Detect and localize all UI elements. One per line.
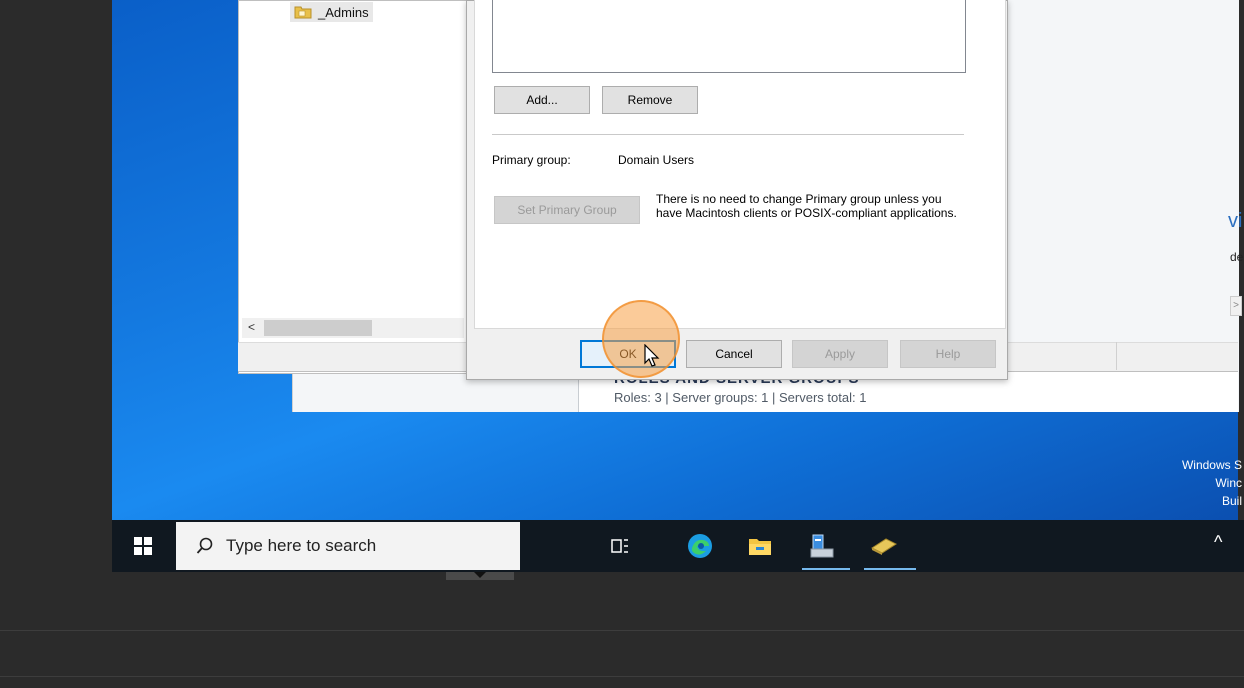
server-manager-text-fragment: de [1230,250,1244,264]
branding-line-3: Buil [1221,494,1242,508]
player-divider [0,676,1244,677]
tree-item-admins[interactable]: _Admins [290,2,373,22]
collapse-arrow-icon [474,572,486,578]
branding-line-1: Windows S [1181,458,1242,472]
primary-group-note: There is no need to change Primary group… [656,192,957,220]
active-app-indicator [864,568,916,570]
active-directory-icon[interactable] [864,526,904,566]
search-icon [196,537,213,554]
server-manager-link-fragment[interactable]: vi [1228,210,1242,233]
active-app-indicator [802,568,850,570]
member-of-list[interactable] [492,0,966,73]
edge-icon[interactable] [680,526,720,566]
remove-button[interactable]: Remove [602,86,698,114]
ou-folder-icon [294,5,312,19]
status-bar-separator [1116,342,1117,370]
set-primary-group-button[interactable]: Set Primary Group [494,196,640,224]
server-manager-icon[interactable] [802,526,842,566]
chevron-up-icon[interactable]: ^ [1214,532,1222,553]
scroll-right-button[interactable]: > [1230,296,1242,316]
windows-branding-text: Windows S Winc Buil [1182,456,1242,510]
player-divider [0,630,1244,631]
help-button[interactable]: Help [900,340,996,368]
task-view-icon[interactable] [600,526,640,566]
apply-button[interactable]: Apply [792,340,888,368]
search-placeholder: Type here to search [226,536,377,555]
scroll-left-arrow[interactable]: < [248,320,255,334]
primary-group-label: Primary group: [492,153,571,167]
start-button[interactable] [112,520,174,572]
taskbar-search-box[interactable]: Type here to search [176,522,520,570]
roles-divider [578,378,579,412]
left-bezel [0,0,112,572]
section-separator [492,134,964,135]
scroll-thumb[interactable] [264,320,372,336]
tree-item-label: _Admins [318,4,369,20]
file-explorer-icon[interactable] [740,526,780,566]
cancel-button[interactable]: Cancel [686,340,782,368]
primary-group-value: Domain Users [618,153,695,167]
branding-line-2: Winc [1215,476,1242,490]
mouse-cursor-icon [644,343,660,368]
windows-start-icon [134,537,152,555]
click-highlight-circle [602,300,680,378]
add-button[interactable]: Add... [494,86,590,114]
roles-stats: Roles: 3 | Server groups: 1 | Servers to… [614,390,867,405]
